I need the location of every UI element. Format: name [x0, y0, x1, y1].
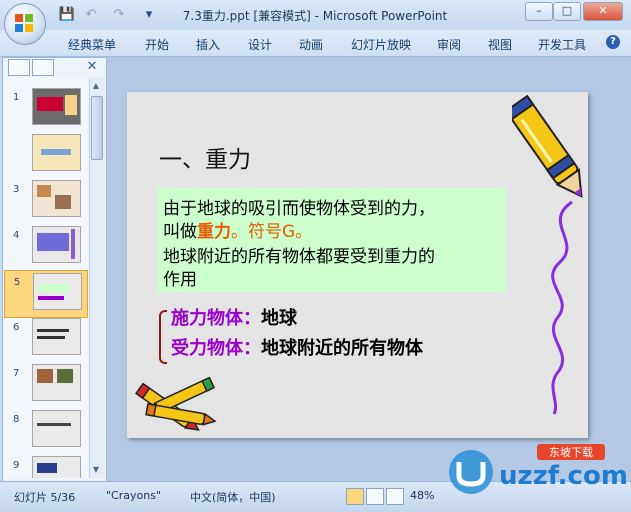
window-title: 7.3重力.ppt [兼容模式] - Microsoft PowerPoint	[182, 9, 448, 23]
definition-line-2: 叫做重力。符号G。	[163, 217, 312, 242]
thumbnail-item[interactable]: 8	[4, 408, 88, 454]
maximize-button[interactable]: □	[553, 2, 581, 21]
crayons-bundle-icon	[135, 376, 217, 431]
receiver-line[interactable]: 受力物体：地球附近的所有物体	[171, 334, 423, 360]
term-gravity: 重力	[197, 222, 231, 242]
thumbnail-image	[32, 180, 81, 217]
slide-sorter-view-icon[interactable]	[366, 488, 384, 505]
scroll-down-icon[interactable]: ▼	[89, 463, 103, 477]
thumbnail-item[interactable]: 9	[4, 454, 88, 478]
thumbnail-image	[32, 134, 81, 171]
minimize-button[interactable]: –	[525, 2, 553, 21]
language-indicator[interactable]: 中文(简体，中国)	[190, 489, 276, 505]
receiver-value: 地球附近的所有物体	[261, 338, 423, 359]
theme-name: "Crayons"	[106, 489, 162, 502]
undo-icon[interactable]: ↶	[82, 6, 100, 24]
normal-view-icon[interactable]	[346, 488, 364, 505]
thumbnail-item[interactable]	[4, 132, 88, 178]
thumbnail-number: 9	[13, 460, 20, 471]
tab-insert[interactable]: 插入	[196, 36, 220, 53]
slideshow-view-icon[interactable]	[386, 488, 404, 505]
panel-close-icon[interactable]: ✕	[86, 60, 98, 74]
applier-value: 地球	[261, 308, 297, 329]
redo-icon[interactable]: ↷	[110, 6, 128, 24]
scroll-thumb[interactable]	[91, 96, 103, 160]
tab-developer[interactable]: 开发工具	[538, 36, 586, 53]
thumbnail-image	[33, 273, 82, 310]
tab-review[interactable]: 审阅	[437, 36, 461, 53]
svg-text:东坡下载: 东坡下载	[549, 446, 593, 459]
thumbnail-image	[32, 226, 81, 263]
tab-slideshow[interactable]: 幻灯片放映	[351, 36, 411, 53]
definition-line-4: 作用	[163, 270, 197, 290]
tab-classic-menu[interactable]: 经典菜单	[68, 36, 116, 53]
thumbnail-number: 4	[13, 230, 20, 241]
thumbnail-number: 1	[13, 92, 20, 103]
help-icon[interactable]: ?	[606, 35, 620, 49]
applier-label: 施力物体：	[171, 308, 261, 329]
definition-textbox[interactable]: 由于地球的吸引而使物体受到的力， 叫做重力。符号G。 地球附近的所有物体都要受到…	[158, 188, 506, 292]
tab-animation[interactable]: 动画	[299, 36, 323, 53]
office-button[interactable]	[4, 3, 46, 45]
definition-line-3: 地球附近的所有物体都要受到重力的	[163, 247, 435, 267]
uzzf-watermark-logo: 东坡下载 uzzf.com	[449, 444, 627, 494]
thumbnail-item[interactable]: 4	[4, 224, 88, 270]
term-period: 。	[231, 222, 248, 242]
bracket-decoration	[159, 310, 167, 364]
definition-line-1: 由于地球的吸引而使物体受到的力，	[163, 199, 435, 219]
ribbon-tabs: 经典菜单 开始 插入 设计 动画 幻灯片放映 审阅 视图 开发工具 ?	[0, 30, 631, 57]
thumbnail-number: 6	[13, 322, 20, 333]
thumbnail-item-selected[interactable]: 5	[4, 270, 88, 318]
thumbnail-image	[32, 456, 81, 478]
slide-indicator: 幻灯片 5/36	[14, 491, 76, 504]
symbol-g: 符号G。	[248, 222, 313, 242]
thumbnail-image	[32, 88, 81, 125]
save-icon[interactable]: 💾	[58, 6, 76, 24]
thumbnail-number: 7	[13, 368, 20, 379]
thumbnail-number: 3	[13, 184, 20, 195]
thumbnail-item[interactable]: 6	[4, 316, 88, 362]
slide-title[interactable]: 一、重力	[159, 140, 251, 174]
scroll-up-icon[interactable]: ▲	[89, 79, 103, 93]
svg-text:uzzf.com: uzzf.com	[499, 461, 627, 491]
applier-line[interactable]: 施力物体：地球	[171, 304, 297, 330]
zoom-level[interactable]: 48%	[410, 489, 434, 502]
thumbnail-item[interactable]: 3	[4, 178, 88, 224]
thumbnail-list: 1 3 4 5 6 7 8 9	[4, 78, 88, 478]
close-button[interactable]: ✕	[583, 2, 623, 21]
slide-canvas[interactable]: 一、重力 由于地球的吸引而使物体受到的力， 叫做重力。符号G。 地球附近的所有物…	[127, 92, 588, 438]
thumbnail-number: 8	[13, 414, 20, 425]
office-logo-icon	[15, 14, 33, 32]
thumbnail-number: 5	[14, 277, 21, 288]
tab-view[interactable]: 视图	[488, 36, 512, 53]
thumbnail-item[interactable]: 7	[4, 362, 88, 408]
slides-tab-icon[interactable]	[8, 59, 30, 76]
outline-tab-icon[interactable]	[32, 59, 54, 76]
thumbnail-image	[32, 364, 81, 401]
definition-prefix: 叫做	[163, 222, 197, 242]
crayon-illustration-icon	[512, 94, 583, 415]
thumbnail-item[interactable]: 1	[4, 86, 88, 132]
receiver-label: 受力物体：	[171, 338, 261, 359]
thumbnail-image	[32, 318, 81, 355]
thumbnail-image	[32, 410, 81, 447]
tab-home[interactable]: 开始	[145, 36, 169, 53]
tab-design[interactable]: 设计	[248, 36, 272, 53]
